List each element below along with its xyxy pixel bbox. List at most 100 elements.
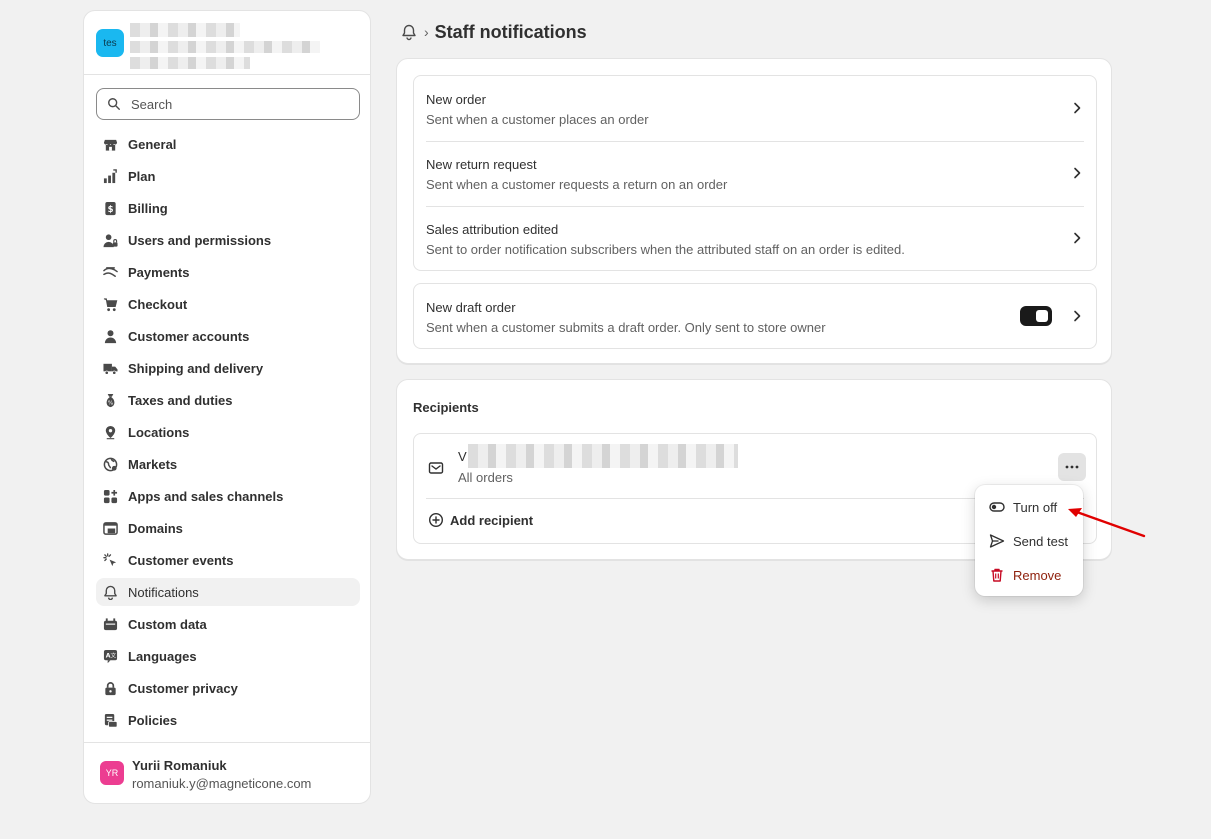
custom-data-icon [102,616,118,632]
sidebar-item-label: Customer accounts [128,328,250,344]
sidebar-item-customer-privacy[interactable]: Customer privacy [96,674,360,702]
breadcrumb: › Staff notifications [400,20,587,44]
sidebar-item-notifications[interactable]: Notifications [96,578,360,606]
sidebar-item-markets[interactable]: Markets [96,450,360,478]
add-recipient-button[interactable]: Add recipient [428,512,533,528]
redacted-store-name [130,23,240,37]
svg-text:%: % [107,400,113,406]
tax-icon: % [102,392,118,408]
notification-subtitle: Sent to order notification subscribers w… [426,242,905,257]
annotation-arrow [1068,508,1146,538]
sidebar-item-users[interactable]: Users and permissions [96,226,360,254]
notification-title: New return request [426,157,537,172]
notification-subtitle: Sent when a customer requests a return o… [426,177,728,192]
notifications-card: New order Sent when a customer places an… [396,58,1112,364]
sidebar-item-custom-data[interactable]: Custom data [96,610,360,638]
billing-icon: $ [102,200,118,216]
cursor-icon [102,552,118,568]
sidebar-item-languages[interactable]: A文 Languages [96,642,360,670]
settings-nav: General Plan $ Billing Users and permiss… [96,130,360,738]
more-horizontal-icon [1065,465,1079,469]
page-title: Staff notifications [434,21,587,42]
sidebar-item-label: Languages [128,648,197,664]
sidebar-item-shipping[interactable]: Shipping and delivery [96,354,360,382]
sidebar-item-label: Apps and sales channels [128,488,284,504]
draft-order-toggle[interactable] [1020,306,1052,326]
menu-item-label: Turn off [1013,499,1058,515]
notification-row-new-return-request[interactable]: New return request Sent when a customer … [414,141,1096,206]
sidebar-item-taxes[interactable]: % Taxes and duties [96,386,360,414]
sidebar-item-label: Users and permissions [128,232,272,248]
sidebar-item-label: Taxes and duties [128,392,233,408]
recipient-email: V [458,449,467,464]
sidebar-item-billing[interactable]: $ Billing [96,194,360,222]
draft-order-group: New draft order Sent when a customer sub… [413,283,1097,349]
plus-circle-icon [428,512,444,528]
toggle-off-icon [989,502,1005,512]
sidebar-item-label: Customer events [128,552,234,568]
notification-subtitle: Sent when a customer places an order [426,112,649,127]
plan-icon [102,168,118,184]
sidebar-item-label: Checkout [128,296,188,312]
notification-title: New draft order [426,300,516,315]
policies-icon [102,712,118,728]
mail-icon [428,462,444,474]
redacted-store-url [130,41,320,53]
svg-text:文: 文 [110,651,116,659]
menu-item-remove[interactable]: Remove [981,559,1077,591]
person-icon [102,328,118,344]
search-box[interactable] [96,88,360,120]
store-header[interactable]: tes [84,11,370,75]
bell-icon[interactable] [400,23,418,41]
sidebar-item-label: Billing [128,200,168,216]
user-name: Yurii Romaniuk [132,758,227,773]
globe-icon [102,456,118,472]
chevron-right-icon [1074,167,1081,179]
sidebar-item-general[interactable]: General [96,130,360,158]
notification-row-new-order[interactable]: New order Sent when a customer places an… [414,76,1096,141]
sidebar-item-checkout[interactable]: Checkout [96,290,360,318]
sidebar-item-label: Payments [128,264,190,280]
store-icon [102,136,118,152]
sidebar-item-label: Plan [128,168,156,184]
sidebar-item-label: Locations [128,424,190,440]
store-avatar: tes [96,29,124,57]
chevron-right-icon [1074,232,1081,244]
sidebar-item-label: Shipping and delivery [128,360,264,376]
sidebar-item-label: Custom data [128,616,207,632]
language-icon: A文 [102,648,118,664]
notification-group: New order Sent when a customer places an… [413,75,1097,271]
payments-icon [102,264,118,280]
recipient-scope: All orders [458,470,513,485]
chevron-right-icon [1074,102,1081,114]
location-icon [102,424,118,440]
sidebar-item-policies[interactable]: Policies [96,706,360,734]
redacted-store-detail [130,57,250,69]
lock-icon [102,680,118,696]
redacted-recipient-email [468,444,738,468]
truck-icon [102,360,118,376]
sidebar-item-plan[interactable]: Plan [96,162,360,190]
send-icon [989,534,1005,548]
svg-text:$: $ [107,203,113,213]
users-icon [102,232,118,248]
user-account[interactable]: YR Yurii Romaniuk romaniuk.y@magneticone… [84,742,370,803]
search-icon [108,98,120,110]
sidebar-item-apps[interactable]: Apps and sales channels [96,482,360,510]
notification-row-new-draft-order[interactable]: New draft order Sent when a customer sub… [414,284,1096,349]
sidebar-item-customer-events[interactable]: Customer events [96,546,360,574]
cart-icon [102,296,118,312]
settings-sidebar: tes General Plan $ Billing Users and per… [83,10,371,804]
search-input[interactable] [131,96,351,112]
sidebar-item-customer-accounts[interactable]: Customer accounts [96,322,360,350]
sidebar-item-label: Policies [128,712,178,728]
sidebar-item-locations[interactable]: Locations [96,418,360,446]
sidebar-item-label: Notifications [128,584,199,600]
more-actions-button[interactable] [1058,453,1086,481]
notification-row-sales-attribution[interactable]: Sales attribution edited Sent to order n… [414,206,1096,271]
chevron-right-icon: › [424,24,429,40]
sidebar-item-payments[interactable]: Payments [96,258,360,286]
recipients-title: Recipients [413,400,479,415]
notification-title: New order [426,92,486,107]
sidebar-item-domains[interactable]: Domains [96,514,360,542]
